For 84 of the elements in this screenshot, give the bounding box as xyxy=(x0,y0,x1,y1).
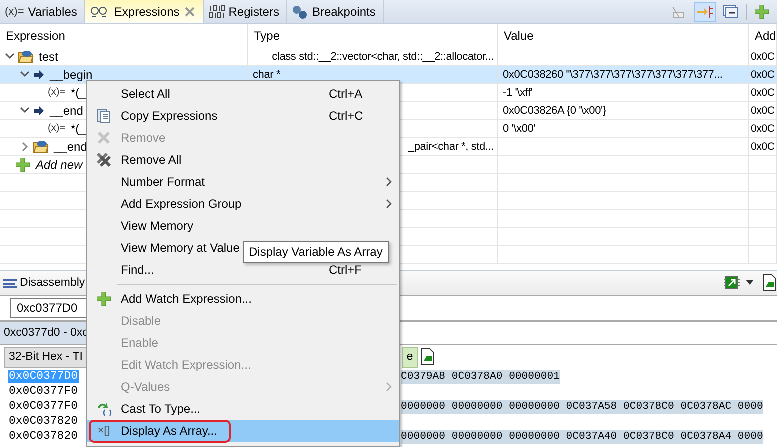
empty-cell xyxy=(749,228,777,246)
menu-item[interactable]: ×[] Display As Array... xyxy=(87,420,399,442)
chip-icon xyxy=(724,275,740,291)
empty-cell xyxy=(749,246,777,264)
address-text: 0x0C xyxy=(751,104,775,116)
disabled-tool-icon xyxy=(671,4,687,18)
address-text: 0x0C xyxy=(751,86,775,98)
memory-data: 0000000 00000000 00000000 0C037A40 0C0378C0 0C0378A4 0000 xyxy=(401,430,764,444)
plus-icon xyxy=(16,158,30,172)
rendering-tab[interactable]: 32-Bit Hex - TI xyxy=(4,346,88,368)
address-text: 0x0C xyxy=(751,122,775,134)
chevron-right-icon[interactable] xyxy=(22,142,28,152)
address-text: 0x0C xyxy=(751,50,775,62)
tooltip: Display Variable As Array xyxy=(243,241,389,263)
list-icon xyxy=(3,278,17,288)
address-text: 0x0C xyxy=(751,68,775,80)
menu-item[interactable]: Cast To Type... xyxy=(87,398,399,420)
column-header[interactable]: Expression xyxy=(0,24,248,48)
chevron-down-icon[interactable] xyxy=(20,71,30,78)
expression-name: test xyxy=(39,50,58,64)
menu-item[interactable]: Number Format xyxy=(87,171,399,193)
memory-document-icon xyxy=(763,274,777,292)
close-icon xyxy=(184,6,196,18)
memory-address[interactable]: 0x0C0377F0 xyxy=(8,385,80,398)
expression-name: *(_ xyxy=(71,86,86,100)
memory-data: 0000000 00000000 00000000 0C037A58 0C0378C0 0C0378AC 0000 xyxy=(401,400,764,414)
menu-item[interactable]: Copy Expressions Ctrl+C xyxy=(87,105,399,127)
clipboard-icon xyxy=(97,108,111,124)
menu-item[interactable]: Add Expression Group xyxy=(87,193,399,215)
expression-name: __begin xyxy=(50,68,93,82)
plus-icon xyxy=(97,292,111,306)
memory-data: C0379A8 0C0378A0 00000001 xyxy=(401,370,560,384)
folder-icon xyxy=(33,140,49,154)
add-icon xyxy=(755,4,769,18)
menu-item[interactable]: Remove All xyxy=(87,149,399,171)
tab[interactable]: Registers xyxy=(204,0,288,23)
chevron-down-icon[interactable] xyxy=(20,107,30,114)
empty-cell xyxy=(749,174,777,192)
variable-icon: (x)= xyxy=(48,123,66,134)
column-header[interactable]: Type xyxy=(248,24,498,48)
rendering-tab[interactable]: e xyxy=(402,346,418,368)
breakpoint-icon xyxy=(292,4,308,18)
expression-name: *(_ xyxy=(71,122,86,136)
dropdown-icon xyxy=(746,280,754,286)
remove-icon xyxy=(97,131,111,145)
expression-name: __end xyxy=(50,104,84,118)
tab[interactable]: Expressions xyxy=(85,0,204,23)
value-text: 0x0C03826A {0 '\x00'} xyxy=(503,104,606,116)
arrow-icon xyxy=(33,70,45,80)
tab[interactable]: Breakpoints xyxy=(287,0,384,23)
variable-icon: (x)= xyxy=(48,87,66,98)
memory-address[interactable]: 0x0C037820 xyxy=(8,430,80,443)
type-text: class std::__2::vector<char, std::__2::allocator... xyxy=(272,50,494,62)
value-text: 0 '\x00' xyxy=(503,122,536,134)
memory-address[interactable]: 0x0C037820 xyxy=(8,415,80,428)
cast-icon xyxy=(96,401,112,417)
shortcut-label: Ctrl+A xyxy=(329,87,363,101)
array-icon: ×[] xyxy=(98,425,110,437)
chevron-down-icon[interactable] xyxy=(5,53,15,60)
arrow-icon xyxy=(33,106,45,116)
shortcut-label: Ctrl+F xyxy=(329,263,362,277)
variables-icon: (x)= xyxy=(5,6,24,18)
type-text: _pair<char *, std... xyxy=(408,140,494,152)
memory-address[interactable]: 0x0C0377F0 xyxy=(8,400,80,413)
empty-cell xyxy=(749,210,777,228)
address-text: 0x0C xyxy=(751,140,775,152)
remove-all-icon xyxy=(96,152,112,168)
empty-cell xyxy=(749,192,777,210)
toolbar-button[interactable] xyxy=(722,275,756,291)
column-header[interactable]: Value xyxy=(498,24,749,48)
value-text: -1 '\xff' xyxy=(503,86,533,98)
link-icon xyxy=(696,4,714,18)
memory-document-icon xyxy=(421,348,436,366)
minimize-icon xyxy=(723,4,739,18)
menu-item[interactable]: Select All Ctrl+A xyxy=(87,83,399,105)
binary-icon xyxy=(208,4,225,18)
column-header[interactable]: Add xyxy=(749,24,777,48)
value-text: 0x0C038260 "\377\377\377\377\377\377\377... xyxy=(503,68,723,80)
shortcut-label: Ctrl+C xyxy=(329,109,364,123)
folder-icon xyxy=(18,50,34,64)
type-text: char * xyxy=(253,68,281,80)
add-expression-link[interactable]: Add new xyxy=(36,158,83,172)
menu-item[interactable]: View Memory xyxy=(87,215,399,237)
tree-row[interactable]: __begin char * 0x0C038260 "\377\377\377\377\377\377\377... 0x0C xyxy=(0,66,777,84)
